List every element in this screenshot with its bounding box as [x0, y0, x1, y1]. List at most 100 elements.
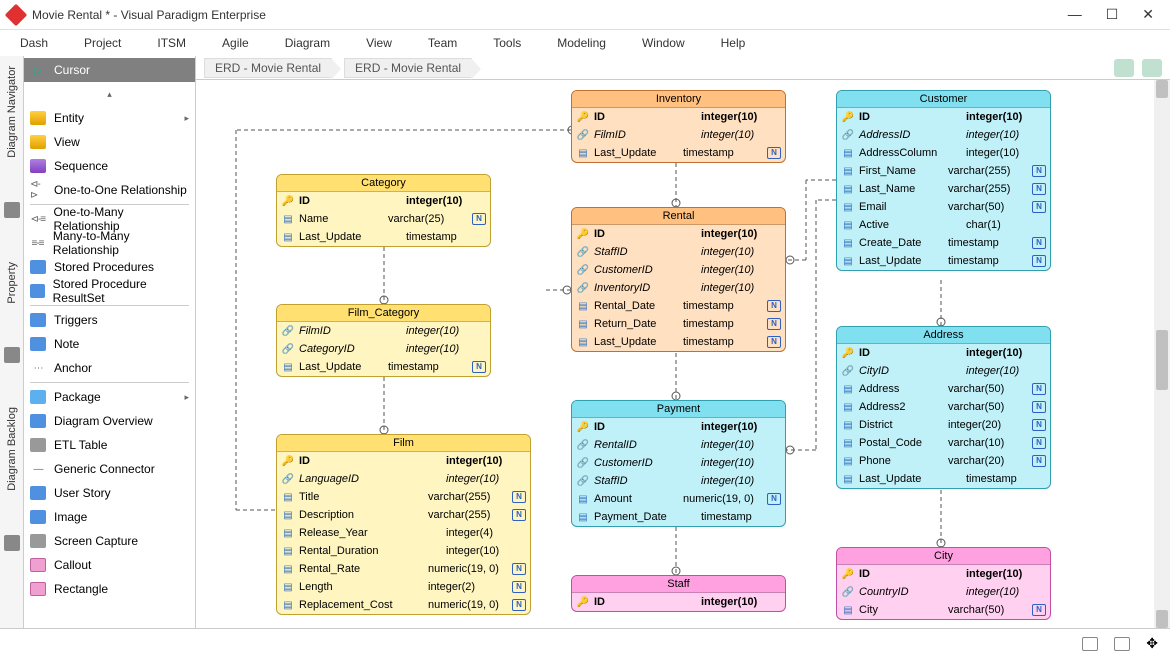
entity-attribute[interactable]: ▤Last_UpdatetimestampN — [837, 252, 1050, 270]
breadcrumb-item[interactable]: ERD - Movie Rental — [344, 58, 472, 78]
entity-city[interactable]: City🔑IDinteger(10)🔗CountryIDinteger(10)▤… — [836, 547, 1051, 620]
sidetab-1[interactable]: Property — [4, 258, 20, 308]
menu-diagram[interactable]: Diagram — [285, 36, 330, 50]
entity-attribute[interactable]: 🔑IDinteger(10) — [572, 108, 785, 126]
scroll-down-button[interactable] — [1156, 610, 1168, 628]
tool-stored-procedures[interactable]: Stored Procedures — [24, 255, 195, 279]
tool-sequence[interactable]: Sequence — [24, 154, 195, 178]
entity-address[interactable]: Address🔑IDinteger(10)🔗CityIDinteger(10)▤… — [836, 326, 1051, 489]
entity-attribute[interactable]: ▤Last_UpdatetimestampN — [572, 144, 785, 162]
entity-customer[interactable]: Customer🔑IDinteger(10)🔗AddressIDinteger(… — [836, 90, 1051, 271]
sidetab-icon[interactable] — [4, 347, 20, 363]
entity-attribute[interactable]: 🔑IDinteger(10) — [572, 593, 785, 611]
menu-project[interactable]: Project — [84, 36, 121, 50]
entity-attribute[interactable]: 🔑IDinteger(10) — [572, 418, 785, 436]
scroll-up-button[interactable] — [1156, 80, 1168, 98]
tool-one-to-one-relationship[interactable]: ⊲-⊳One-to-One Relationship — [24, 178, 195, 202]
entity-attribute[interactable]: ▤Postal_Codevarchar(10)N — [837, 434, 1050, 452]
entity-attribute[interactable]: ▤Cityvarchar(50)N — [837, 601, 1050, 619]
menu-view[interactable]: View — [366, 36, 392, 50]
entity-attribute[interactable]: ▤Last_Namevarchar(255)N — [837, 180, 1050, 198]
tool-anchor[interactable]: ⋯Anchor — [24, 356, 195, 380]
entity-attribute[interactable]: 🔑IDinteger(10) — [277, 452, 530, 470]
entity-attribute[interactable]: 🔗AddressIDinteger(10) — [837, 126, 1050, 144]
menu-window[interactable]: Window — [642, 36, 685, 50]
entity-attribute[interactable]: ▤AddressColumninteger(10) — [837, 144, 1050, 162]
entity-attribute[interactable]: ▤Rental_DatetimestampN — [572, 297, 785, 315]
entity-attribute[interactable]: 🔑IDinteger(10) — [572, 225, 785, 243]
menu-tools[interactable]: Tools — [493, 36, 521, 50]
entity-attribute[interactable]: ▤Lengthinteger(2)N — [277, 578, 530, 596]
entity-attribute[interactable]: ▤Rental_Durationinteger(10) — [277, 542, 530, 560]
menu-dash[interactable]: Dash — [20, 36, 48, 50]
entity-attribute[interactable]: ▤Rental_Ratenumeric(19, 0)N — [277, 560, 530, 578]
entity-attribute[interactable]: ▤Titlevarchar(255)N — [277, 488, 530, 506]
entity-category[interactable]: Category🔑IDinteger(10)▤Namevarchar(25)N▤… — [276, 174, 491, 247]
entity-rental[interactable]: Rental🔑IDinteger(10)🔗StaffIDinteger(10)🔗… — [571, 207, 786, 352]
entity-film_category[interactable]: Film_Category🔗FilmIDinteger(10)🔗Category… — [276, 304, 491, 377]
entity-attribute[interactable]: 🔗CityIDinteger(10) — [837, 362, 1050, 380]
tool-rectangle[interactable]: Rectangle — [24, 577, 195, 601]
entity-attribute[interactable]: 🔗StaffIDinteger(10) — [572, 243, 785, 261]
entity-attribute[interactable]: 🔗StaffIDinteger(10) — [572, 472, 785, 490]
entity-attribute[interactable]: 🔗LanguageIDinteger(10) — [277, 470, 530, 488]
tool-callout[interactable]: Callout — [24, 553, 195, 577]
entity-attribute[interactable]: ▤Districtinteger(20)N — [837, 416, 1050, 434]
entity-attribute[interactable]: ▤Release_Yearinteger(4) — [277, 524, 530, 542]
tool-one-to-many-relationship[interactable]: ⊲-≡One-to-Many Relationship — [24, 207, 195, 231]
entity-attribute[interactable]: ▤Address2varchar(50)N — [837, 398, 1050, 416]
sidetab-icon[interactable] — [4, 535, 20, 551]
tool-note[interactable]: Note — [24, 332, 195, 356]
entity-attribute[interactable]: ▤Addressvarchar(50)N — [837, 380, 1050, 398]
sidetab-icon[interactable] — [4, 202, 20, 218]
close-button[interactable]: ✕ — [1142, 6, 1154, 23]
entity-payment[interactable]: Payment🔑IDinteger(10)🔗RentalIDinteger(10… — [571, 400, 786, 527]
entity-attribute[interactable]: ▤Emailvarchar(50)N — [837, 198, 1050, 216]
entity-attribute[interactable]: 🔗FilmIDinteger(10) — [277, 322, 490, 340]
entity-attribute[interactable]: ▤Phonevarchar(20)N — [837, 452, 1050, 470]
entity-attribute[interactable]: 🔗InventoryIDinteger(10) — [572, 279, 785, 297]
entity-attribute[interactable]: ▤Replacement_Costnumeric(19, 0)N — [277, 596, 530, 614]
breadcrumb-item[interactable]: ERD - Movie Rental — [204, 58, 332, 78]
tool-entity[interactable]: Entity▸ — [24, 106, 195, 130]
menu-modeling[interactable]: Modeling — [557, 36, 606, 50]
tool-package[interactable]: Package▸ — [24, 385, 195, 409]
menu-itsm[interactable]: ITSM — [157, 36, 186, 50]
entity-attribute[interactable]: ▤Return_DatetimestampN — [572, 315, 785, 333]
sidetab-2[interactable]: Diagram Backlog — [4, 403, 20, 495]
tool-view[interactable]: View — [24, 130, 195, 154]
tool-screen-capture[interactable]: Screen Capture — [24, 529, 195, 553]
entity-attribute[interactable]: 🔑IDinteger(10) — [837, 565, 1050, 583]
note-icon[interactable] — [1114, 637, 1130, 651]
entity-attribute[interactable]: 🔗CategoryIDinteger(10) — [277, 340, 490, 358]
tool-many-to-many-relationship[interactable]: ≡-≡Many-to-Many Relationship — [24, 231, 195, 255]
entity-attribute[interactable]: 🔑IDinteger(10) — [277, 192, 490, 210]
entity-attribute[interactable]: ▤Namevarchar(25)N — [277, 210, 490, 228]
entity-attribute[interactable]: ▤Last_Updatetimestamp — [837, 470, 1050, 488]
menu-agile[interactable]: Agile — [222, 36, 249, 50]
entity-attribute[interactable]: 🔗CountryIDinteger(10) — [837, 583, 1050, 601]
entity-attribute[interactable]: ▤Last_UpdatetimestampN — [277, 358, 490, 376]
diagram-canvas[interactable]: Category🔑IDinteger(10)▤Namevarchar(25)N▤… — [196, 80, 1170, 628]
notify-icon[interactable] — [1114, 59, 1134, 77]
maximize-button[interactable]: ☐ — [1106, 6, 1119, 23]
entity-attribute[interactable]: ▤Activechar(1) — [837, 216, 1050, 234]
entity-attribute[interactable]: 🔗CustomerIDinteger(10) — [572, 261, 785, 279]
menu-help[interactable]: Help — [721, 36, 746, 50]
tool-more[interactable]: ▴ — [24, 82, 195, 106]
tool-image[interactable]: Image — [24, 505, 195, 529]
entity-attribute[interactable]: ▤Create_DatetimestampN — [837, 234, 1050, 252]
entity-attribute[interactable]: 🔑IDinteger(10) — [837, 108, 1050, 126]
tool-stored-procedure-resultset[interactable]: Stored Procedure ResultSet — [24, 279, 195, 303]
entity-attribute[interactable]: 🔗FilmIDinteger(10) — [572, 126, 785, 144]
tool-cursor[interactable]: ▷Cursor — [24, 58, 195, 82]
entity-attribute[interactable]: ▤Descriptionvarchar(255)N — [277, 506, 530, 524]
tool-user-story[interactable]: User Story — [24, 481, 195, 505]
entity-inventory[interactable]: Inventory🔑IDinteger(10)🔗FilmIDinteger(10… — [571, 90, 786, 163]
entity-attribute[interactable]: ▤Last_Updatetimestamp — [277, 228, 490, 246]
tool-generic-connector[interactable]: —Generic Connector — [24, 457, 195, 481]
sidetab-0[interactable]: Diagram Navigator — [4, 62, 20, 162]
entity-attribute[interactable]: ▤Amountnumeric(19, 0)N — [572, 490, 785, 508]
entity-attribute[interactable]: 🔗RentalIDinteger(10) — [572, 436, 785, 454]
tool-triggers[interactable]: Triggers — [24, 308, 195, 332]
